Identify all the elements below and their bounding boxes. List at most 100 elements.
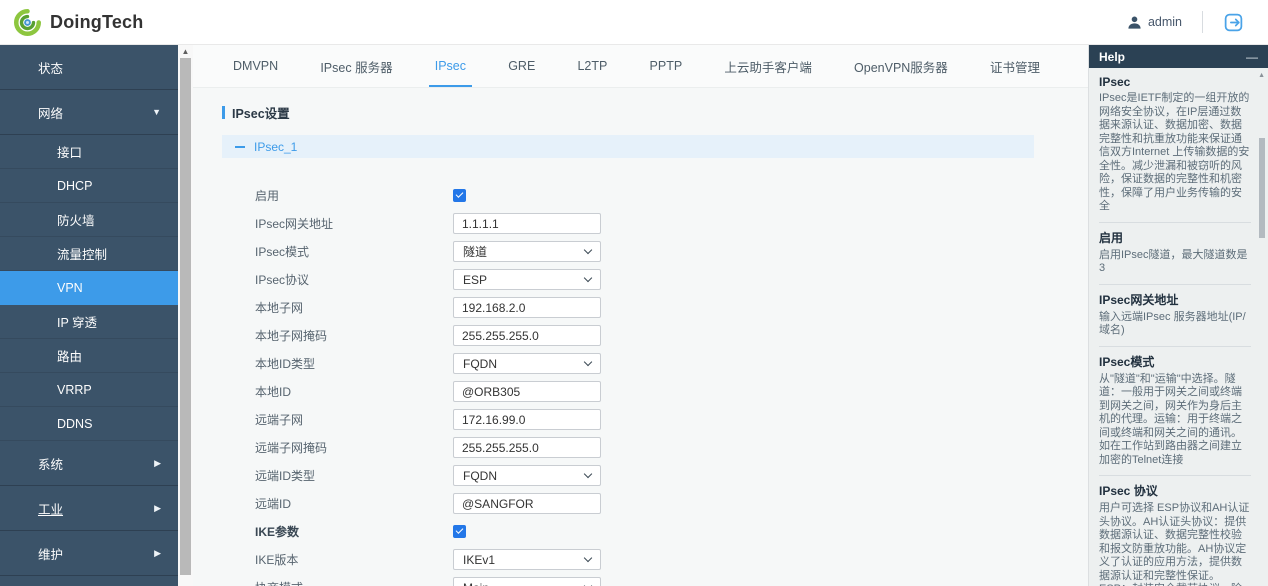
tab-ipsec-server[interactable]: IPsec 服务器 <box>320 45 392 87</box>
remote-subnet-input[interactable] <box>453 409 601 430</box>
page-title: IPsec设置 <box>222 103 1088 122</box>
field-label: IPsec协议 <box>255 273 310 287</box>
field-label: 协商模式 <box>255 579 453 586</box>
remote-subnet-mask-input[interactable] <box>453 437 601 458</box>
tab-dmvpn[interactable]: DMVPN <box>233 45 278 87</box>
main-scrollbar[interactable]: ▲ <box>178 45 193 586</box>
tab-gre[interactable]: GRE <box>508 45 535 87</box>
tab-certificate-management[interactable]: 证书管理 <box>990 45 1040 87</box>
brand: DoingTech <box>14 8 143 36</box>
sidebar-item-label: 工业 <box>38 502 64 517</box>
form-row-ike-version: IKE版本 IKEv1 <box>222 549 1088 570</box>
form-row-local-id-type: 本地ID类型 FQDN <box>222 353 1088 374</box>
local-subnet-mask-input[interactable] <box>453 325 601 346</box>
page-title-text: IPsec设置 <box>232 107 290 121</box>
ipsec-gateway-address-input[interactable] <box>453 213 601 234</box>
help-section: IPsec 协议用户可选择 ESP协议和AH认证头协议。AH认证头协议：提供数据… <box>1099 476 1251 586</box>
form-row-ipsec-protocol: IPsec协议 ESP <box>222 269 1088 290</box>
form-row-ike-parameters: IKE参数 <box>222 521 1088 542</box>
sidebar-item-vpn[interactable]: VPN <box>0 271 178 305</box>
negotiation-mode-select[interactable]: Main <box>453 577 601 586</box>
form-row-remote-subnet: 远端子网 <box>222 409 1088 430</box>
sidebar-item-interface[interactable]: 接口 <box>0 135 178 169</box>
help-section-title: 启用 <box>1099 230 1124 245</box>
form-row-ipsec-gateway-address: IPsec网关地址 <box>222 213 1088 234</box>
sidebar-item-traffic-control[interactable]: 流量控制 <box>0 237 178 271</box>
select-value: Main <box>463 581 489 586</box>
local-subnet-input[interactable] <box>453 297 601 318</box>
logout-button[interactable] <box>1223 12 1244 33</box>
ike-version-select[interactable]: IKEv1 <box>453 549 601 570</box>
tab-pptp[interactable]: PPTP <box>650 45 683 87</box>
select-value: IKEv1 <box>463 552 496 567</box>
form-row-local-id: 本地ID <box>222 381 1088 402</box>
sidebar-item-network[interactable]: 网络 ▼ <box>0 90 178 135</box>
tab-openvpn-server[interactable]: OpenVPN服务器 <box>854 45 948 87</box>
form-row-local-subnet: 本地子网 <box>222 297 1088 318</box>
sidebar-item-label: 防火墙 <box>57 214 95 228</box>
help-section-text: 输入远端IPsec 服务器地址(IP/域名) <box>1099 310 1246 337</box>
ike-parameters-checkbox[interactable] <box>453 525 466 538</box>
enable-checkbox[interactable] <box>453 189 466 202</box>
sidebar-item-label: 系统 <box>38 457 64 472</box>
field-label: 远端子网 <box>255 413 304 427</box>
chevron-down-icon <box>583 581 593 586</box>
help-title: Help <box>1099 49 1126 64</box>
tab-bar: DMVPN IPsec 服务器 IPsec GRE L2TP PPTP 上云助手客户端 Ope… <box>193 45 1088 88</box>
minimize-icon[interactable]: — <box>1246 51 1258 63</box>
help-section-title: IPsec模式 <box>1099 354 1155 369</box>
tab-ipsec[interactable]: IPsec <box>428 45 473 87</box>
field-label: IPsec网关地址 <box>255 217 334 231</box>
local-id-type-select[interactable]: FQDN <box>453 353 601 374</box>
form-row-local-subnet-mask: 本地子网掩码 <box>222 325 1088 346</box>
sidebar-item-label: 接口 <box>57 146 83 160</box>
help-section: 启用 启用IPsec隧道，最大隧道数是3 <box>1099 223 1251 285</box>
sidebar-item-system[interactable]: 系统 ▶ <box>0 441 178 486</box>
form-row-remote-id: 远端ID <box>222 493 1088 514</box>
field-label: 远端子网掩码 <box>255 441 328 455</box>
help-section-title: IPsec <box>1099 75 1131 89</box>
field-label: 启用 <box>255 189 280 203</box>
sidebar-item-status[interactable]: 状态 <box>0 45 178 90</box>
chevron-right-icon: ▶ <box>154 457 161 468</box>
scroll-up-icon[interactable]: ▲ <box>178 47 193 57</box>
sidebar-item-label: IP 穿透 <box>57 316 98 330</box>
sidebar-item-maintenance[interactable]: 维护 ▶ <box>0 531 178 576</box>
main-content: DMVPN IPsec 服务器 IPsec GRE L2TP PPTP 上云助手客户端 Ope… <box>193 45 1088 586</box>
scrollbar-thumb[interactable] <box>180 58 191 575</box>
form-area: IPsec设置 IPsec_1 启用IPsec网关地址IPsec模式隧道IPse… <box>193 88 1088 586</box>
help-scroll-up-icon[interactable]: ▲ <box>1258 72 1265 79</box>
sidebar-item-ip-passthrough[interactable]: IP 穿透 <box>0 305 178 339</box>
sidebar-item-dhcp[interactable]: DHCP <box>0 169 178 203</box>
ipsec-mode-select[interactable]: 隧道 <box>453 241 601 262</box>
ipsec-protocol-select[interactable]: ESP <box>453 269 601 290</box>
remote-id-input[interactable] <box>453 493 601 514</box>
tab-l2tp[interactable]: L2TP <box>577 45 607 87</box>
sidebar-item-vrrp[interactable]: VRRP <box>0 373 178 407</box>
local-id-input[interactable] <box>453 381 601 402</box>
sidebar-item-label: 流量控制 <box>57 248 108 262</box>
field-label: 远端ID类型 <box>255 469 316 483</box>
sidebar-item-label: VRRP <box>57 382 92 397</box>
brand-logo-icon <box>14 8 41 36</box>
sidebar-item-routing[interactable]: 路由 <box>0 339 178 373</box>
sidebar-item-firewall[interactable]: 防火墙 <box>0 203 178 237</box>
help-section-text: 从"隧道"和"运输"中选择。隧道：一般用于网关之间或终端到网关之间，网关作为身后… <box>1099 372 1242 466</box>
help-panel-header: Help — <box>1089 45 1268 68</box>
tab-cloud-assistant-client[interactable]: 上云助手客户端 <box>724 45 812 87</box>
remote-id-type-select[interactable]: FQDN <box>453 465 601 486</box>
chevron-down-icon: ▼ <box>152 107 161 117</box>
form-row-remote-id-type: 远端ID类型 FQDN <box>222 465 1088 486</box>
sidebar-item-ddns[interactable]: DDNS <box>0 407 178 441</box>
field-label: 本地ID <box>255 385 292 399</box>
ipsec-form: 启用 IPsec网关地址 IPsec模式 隧道 IPsec协议 ESP 本地子网本地子网掩码… <box>222 185 1088 586</box>
help-section-text: 用户可选择 ESP协议和AH认证头协议。AH认证头协议：提供数据源认证、数据完整… <box>1099 502 1250 586</box>
select-value: ESP <box>463 272 488 287</box>
sidebar-item-industrial[interactable]: 工业 ▶ <box>0 486 178 531</box>
user-menu[interactable]: admin <box>1127 15 1182 30</box>
help-section-title: IPsec 协议 <box>1099 484 1158 498</box>
form-row-enable: 启用 <box>222 185 1088 206</box>
sidebar-item-label: DHCP <box>57 178 93 193</box>
ipsec1-collapse-header[interactable]: IPsec_1 <box>222 135 1034 158</box>
help-scrollbar-thumb[interactable] <box>1259 138 1265 238</box>
